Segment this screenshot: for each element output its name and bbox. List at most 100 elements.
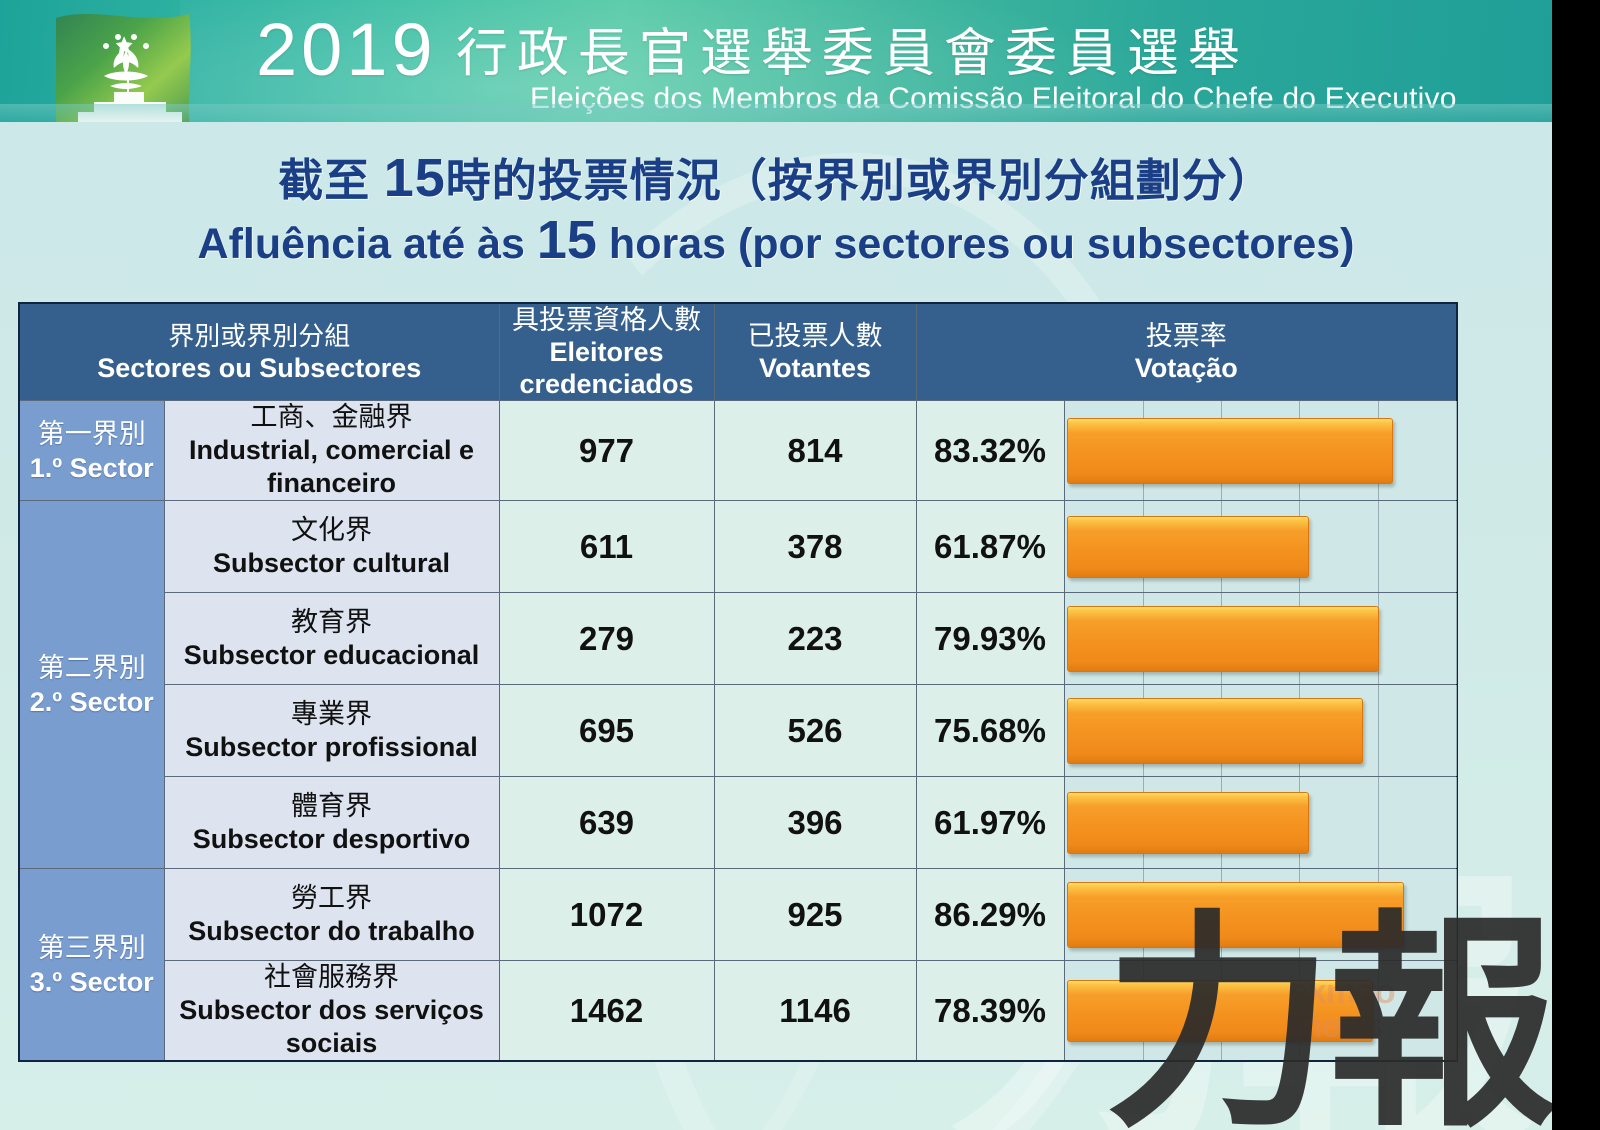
rate-bar-cell bbox=[1063, 684, 1458, 777]
bar-wrap bbox=[1065, 869, 1457, 960]
rate-value: 61.97% bbox=[915, 776, 1065, 869]
rate-bar-cell bbox=[1063, 500, 1458, 593]
subsector-name-pt: Subsector cultural bbox=[212, 547, 451, 578]
slide-background: 力報 bbox=[0, 0, 1552, 1130]
bar-wrap bbox=[1065, 501, 1457, 592]
subsector-name-cn: 社會服務界 bbox=[264, 962, 399, 992]
subsector-name-cn: 教育界 bbox=[291, 606, 372, 637]
subsector-name-pt: Subsector desportivo bbox=[192, 823, 471, 854]
electors-value: 977 bbox=[498, 400, 715, 501]
voters-value: 378 bbox=[713, 500, 917, 593]
voters-value: 925 bbox=[713, 868, 917, 961]
rate-bar-cell bbox=[1063, 592, 1458, 685]
column-header-voters-pt: Votantes bbox=[758, 353, 872, 383]
rate-value: 86.29% bbox=[915, 868, 1065, 961]
page-title: 截至 15時的投票情況（按界別或界別分組劃分） Afluência até às… bbox=[0, 148, 1552, 273]
subsector-name: 文化界 Subsector cultural bbox=[163, 500, 500, 593]
subsector-name-cn: 勞工界 bbox=[291, 882, 372, 913]
chart-gridline bbox=[1456, 869, 1457, 960]
rate-bar-cell bbox=[1063, 776, 1458, 869]
masthead-title-chinese: 2019 行政長官選舉委員會委員選舉 bbox=[256, 13, 1249, 90]
subsector-name: 體育界 Subsector desportivo bbox=[163, 776, 500, 869]
chart-gridline bbox=[1456, 777, 1457, 868]
column-header-rate-pt: Votação bbox=[1134, 353, 1238, 383]
subsector-name: 勞工界 Subsector do trabalho bbox=[163, 868, 500, 961]
electors-value: 1462 bbox=[498, 960, 715, 1062]
voters-value: 1146 bbox=[713, 960, 917, 1062]
subsector-name-cn: 文化界 bbox=[291, 514, 372, 545]
rate-value: 79.93% bbox=[915, 592, 1065, 685]
rate-value: 83.32% bbox=[915, 400, 1065, 501]
sector-label-3-cn: 第三界別 bbox=[37, 932, 146, 963]
sector-label-1-pt: 1.º Sector bbox=[29, 452, 154, 483]
sector-label-2-pt: 2.º Sector bbox=[29, 686, 154, 717]
table-row: 第二界別 2.º Sector 文化界 Subsector cultural 6… bbox=[18, 500, 1458, 869]
table-body: 第一界別 1.º Sector 工商、金融界 Industrial, comer… bbox=[18, 400, 1458, 1062]
subsector-name: 教育界 Subsector educacional bbox=[163, 592, 500, 685]
page-title-chinese: 截至 15時的投票情況（按界別或界別分組劃分） bbox=[0, 148, 1552, 211]
rate-value: 61.87% bbox=[915, 500, 1065, 593]
voters-value: 526 bbox=[713, 684, 917, 777]
column-header-sector-pt: Sectores ou Subsectores bbox=[97, 353, 422, 383]
electors-value: 1072 bbox=[498, 868, 715, 961]
masthead-title-cn-text: 行政長官選舉委員會委員選舉 bbox=[455, 25, 1249, 83]
bar-wrap bbox=[1065, 593, 1457, 684]
column-header-sector-cn: 界別或界別分組 bbox=[168, 321, 351, 351]
table-row: 教育界 Subsector educacional 279 223 79.93% bbox=[19, 592, 1458, 685]
electors-value: 695 bbox=[498, 684, 715, 777]
page-title-cn-before: 截至 bbox=[278, 155, 371, 206]
rate-bar bbox=[1066, 605, 1380, 672]
sector-label-2: 第二界別 2.º Sector bbox=[18, 500, 165, 869]
chart-gridline bbox=[1456, 501, 1457, 592]
column-header-electors: 具投票資格人數 Eleitores credenciados bbox=[498, 302, 715, 401]
sector-label-1: 第一界別 1.º Sector bbox=[18, 400, 165, 501]
page-title-portuguese: Afluência até às 15 horas (por sectores … bbox=[0, 211, 1552, 273]
sector-label-2-cn: 第二界別 bbox=[37, 652, 146, 683]
bar-wrap bbox=[1065, 401, 1457, 500]
table-row: 第一界別 1.º Sector 工商、金融界 Industrial, comer… bbox=[18, 400, 1458, 501]
electors-value: 639 bbox=[498, 776, 715, 869]
right-letterbox bbox=[1552, 0, 1600, 1130]
subsector-name-pt: Subsector educacional bbox=[183, 639, 480, 670]
column-header-electors-pt: Eleitores credenciados bbox=[519, 337, 694, 399]
chart-gridline bbox=[1377, 501, 1379, 592]
subsector-name-pt: Subsector dos serviços sociais bbox=[179, 995, 484, 1058]
masthead-year: 2019 bbox=[256, 8, 437, 91]
rate-bar bbox=[1066, 791, 1310, 854]
subsector-name-cn: 專業界 bbox=[291, 698, 372, 729]
rate-bar bbox=[1066, 417, 1393, 484]
page-title-hour-pt: 15 bbox=[536, 210, 597, 270]
chart-gridline bbox=[1377, 777, 1379, 868]
voters-value: 223 bbox=[713, 592, 917, 685]
subsector-name: 工商、金融界 Industrial, comercial e financeir… bbox=[163, 400, 500, 501]
sector-label-1-cn: 第一界別 bbox=[37, 418, 146, 449]
column-header-rate-cn: 投票率 bbox=[1145, 321, 1227, 351]
column-header-rate: 投票率 Votação bbox=[915, 302, 1458, 401]
page-title-cn-after: 時的投票情況（按界別或界別分組劃分） bbox=[445, 155, 1274, 206]
rate-bar-cell bbox=[1063, 960, 1458, 1062]
table-row: 社會服務界 Subsector dos serviços sociais 146… bbox=[19, 960, 1458, 1062]
column-header-sector: 界別或界別分組 Sectores ou Subsectores bbox=[18, 302, 500, 401]
bar-wrap bbox=[1065, 777, 1457, 868]
subsector-name-pt: Subsector do trabalho bbox=[188, 915, 475, 946]
column-header-electors-cn: 具投票資格人數 bbox=[512, 305, 701, 335]
column-header-voters-cn: 已投票人數 bbox=[747, 321, 883, 351]
rate-bar bbox=[1066, 979, 1374, 1042]
rate-bar bbox=[1066, 881, 1405, 948]
table-row: 體育界 Subsector desportivo 639 396 61.97% bbox=[19, 776, 1458, 869]
column-header-voters: 已投票人數 Votantes bbox=[713, 302, 917, 401]
rate-bar bbox=[1066, 515, 1309, 578]
chart-gridline bbox=[1456, 961, 1457, 1060]
subsector-name-cn: 工商、金融界 bbox=[250, 402, 413, 432]
rate-bar-cell bbox=[1063, 400, 1458, 501]
masthead-fade bbox=[0, 104, 1552, 122]
subsector-name: 專業界 Subsector profissional bbox=[163, 684, 500, 777]
rate-bar bbox=[1066, 697, 1363, 764]
rate-value: 78.39% bbox=[915, 960, 1065, 1062]
electors-value: 611 bbox=[498, 500, 715, 593]
subsector-name-pt: Industrial, comercial e financeiro bbox=[188, 435, 475, 498]
sector-label-3: 第三界別 3.º Sector bbox=[18, 868, 165, 1062]
bar-wrap bbox=[1065, 685, 1457, 776]
chart-gridline bbox=[1377, 961, 1379, 1060]
chart-gridline bbox=[1456, 685, 1457, 776]
